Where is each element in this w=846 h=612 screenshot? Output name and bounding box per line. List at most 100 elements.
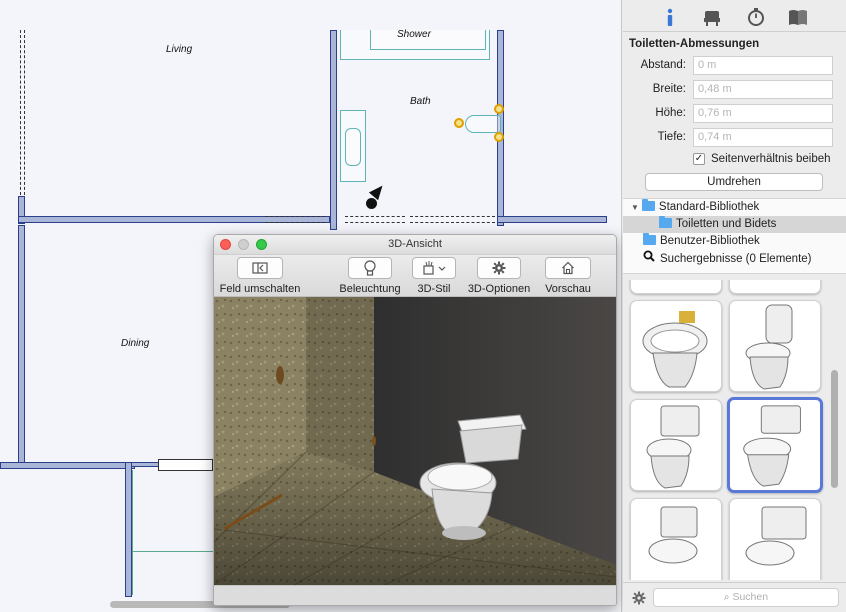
search-icon: ⌕ bbox=[723, 592, 730, 603]
selection-handle[interactable] bbox=[494, 104, 504, 114]
tree-item-label: Standard-Bibliothek bbox=[658, 201, 760, 213]
selection-handle[interactable] bbox=[494, 132, 504, 142]
3d-scene bbox=[214, 297, 616, 585]
tree-item-label: Toiletten und Bidets bbox=[676, 218, 777, 230]
room-label-living[interactable]: Living bbox=[166, 44, 192, 55]
toilet-thumbnail bbox=[646, 405, 700, 489]
aspect-ratio-checkbox[interactable]: ✓ bbox=[693, 153, 705, 165]
furniture-icon[interactable] bbox=[701, 6, 723, 28]
3d-options-label: 3D-Optionen bbox=[467, 283, 531, 295]
3d-view-window[interactable]: 3D-Ansicht Feld umschalten Beleuchtung 3… bbox=[213, 234, 617, 606]
toilet-thumbnail bbox=[745, 506, 807, 566]
plan-dashed-line bbox=[410, 222, 495, 223]
library-tree: ▼ Standard-Bibliothek Toiletten und Bidet… bbox=[623, 198, 846, 274]
plan-dashed-line bbox=[265, 216, 325, 217]
plan-dashed-line bbox=[345, 222, 405, 223]
3d-style-button[interactable]: 3D-Stil bbox=[409, 257, 459, 295]
tree-item-standard-library[interactable]: ▼ Standard-Bibliothek bbox=[623, 199, 846, 216]
minimize-window-button[interactable] bbox=[238, 239, 249, 250]
lighting-button[interactable]: Beleuchtung bbox=[335, 257, 405, 295]
sidebar-tabs bbox=[623, 0, 846, 32]
object-card-toilet[interactable] bbox=[630, 498, 722, 580]
bidet-thumbnail bbox=[642, 311, 708, 388]
object-card-toilet[interactable] bbox=[729, 300, 821, 392]
height-field[interactable]: 0,76 m bbox=[693, 104, 833, 123]
width-row: Breite: 0,48 m bbox=[623, 78, 846, 102]
tree-item-label: Benutzer-Bibliothek bbox=[660, 235, 760, 247]
book-icon[interactable] bbox=[787, 6, 809, 28]
3d-render-viewport[interactable] bbox=[214, 297, 616, 585]
distance-row: Abstand: 0 m bbox=[623, 54, 846, 78]
inspector-sidebar: Toiletten-Abmessungen Abstand: 0 m Breit… bbox=[623, 0, 846, 612]
room-label-shower[interactable]: Shower bbox=[397, 29, 431, 40]
preview-button[interactable]: Vorschau bbox=[540, 257, 596, 295]
window-titlebar[interactable]: 3D-Ansicht bbox=[214, 235, 616, 255]
zoom-window-button[interactable] bbox=[256, 239, 267, 250]
selection-handle[interactable] bbox=[454, 118, 464, 128]
brush-cup-icon bbox=[423, 261, 446, 275]
3d-toolbar: Feld umschalten Beleuchtung 3D-Stil 3D-O… bbox=[214, 255, 616, 297]
plan-dashed-line bbox=[24, 30, 25, 200]
toilet-thumbnail bbox=[648, 506, 698, 564]
3d-window-statusbar bbox=[214, 585, 616, 605]
lighting-label: Beleuchtung bbox=[339, 283, 401, 295]
toilet-thumbnail bbox=[745, 304, 793, 390]
plan-dashed-line bbox=[345, 216, 405, 217]
close-window-button[interactable] bbox=[220, 239, 231, 250]
gear-icon[interactable] bbox=[632, 591, 646, 608]
object-card[interactable] bbox=[630, 280, 722, 294]
plan-dashed-line bbox=[20, 30, 21, 200]
tree-item-search-results[interactable]: Suchergebnisse (0 Elemente) bbox=[623, 250, 846, 267]
distance-field[interactable]: 0 m bbox=[693, 56, 833, 75]
height-row: Höhe: 0,76 m bbox=[623, 102, 846, 126]
plan-dashed-line bbox=[265, 222, 325, 223]
stopwatch-icon[interactable] bbox=[745, 6, 767, 28]
plan-dashed-line bbox=[410, 216, 495, 217]
flip-button[interactable]: Umdrehen bbox=[645, 173, 823, 191]
object-card[interactable] bbox=[729, 280, 821, 294]
width-field[interactable]: 0,48 m bbox=[693, 80, 833, 99]
window-title: 3D-Ansicht bbox=[388, 238, 442, 250]
tree-item-toilets-bidets[interactable]: Toiletten und Bidets bbox=[623, 216, 846, 233]
object-card-bidet[interactable] bbox=[630, 300, 722, 392]
toilet-plan-symbol[interactable] bbox=[465, 115, 501, 133]
toggle-field-label: Feld umschalten bbox=[219, 283, 301, 295]
aspect-ratio-label: Seitenverhältnis beibeh bbox=[711, 153, 831, 165]
distance-label: Abstand: bbox=[640, 59, 686, 71]
home-icon bbox=[562, 261, 574, 275]
room-label-dining[interactable]: Dining bbox=[121, 338, 149, 349]
object-card-toilet[interactable] bbox=[630, 399, 722, 491]
toilet-thumbnail bbox=[743, 405, 801, 487]
plan-wall[interactable] bbox=[0, 462, 135, 469]
folder-icon bbox=[641, 199, 655, 211]
section-title: Toiletten-Abmessungen bbox=[629, 38, 760, 50]
plan-wall[interactable] bbox=[330, 30, 337, 230]
3d-options-button[interactable]: 3D-Optionen bbox=[464, 257, 534, 295]
width-label: Breite: bbox=[652, 83, 686, 95]
info-icon[interactable] bbox=[659, 6, 681, 28]
gear-icon bbox=[492, 261, 506, 275]
aspect-ratio-row: ✓ Seitenverhältnis beibeh bbox=[623, 150, 846, 170]
preview-label: Vorschau bbox=[545, 283, 591, 295]
depth-row: Tiefe: 0,74 m bbox=[623, 126, 846, 150]
depth-field[interactable]: 0,74 m bbox=[693, 128, 833, 147]
disclosure-triangle-icon[interactable]: ▼ bbox=[631, 203, 639, 212]
object-card-toilet[interactable] bbox=[729, 498, 821, 580]
search-placeholder: Suchen bbox=[732, 591, 769, 603]
plan-wall[interactable] bbox=[497, 216, 607, 223]
toggle-field-button[interactable]: Feld umschalten bbox=[217, 257, 303, 295]
plan-wall[interactable] bbox=[18, 225, 25, 465]
sidebar-bottom-bar: ⌕ Suchen bbox=[623, 582, 846, 612]
object-grid-scrollbar[interactable] bbox=[831, 370, 838, 488]
object-card-toilet-selected[interactable] bbox=[727, 397, 823, 493]
observer-position-icon[interactable] bbox=[366, 198, 377, 209]
bathtub-inner bbox=[345, 128, 361, 166]
height-label: Höhe: bbox=[655, 107, 686, 119]
plan-room-outline bbox=[133, 470, 213, 552]
flip-row: Umdrehen bbox=[623, 170, 846, 196]
tree-item-user-library[interactable]: Benutzer-Bibliothek bbox=[623, 233, 846, 250]
room-label-bath[interactable]: Bath bbox=[410, 96, 431, 107]
library-search-input[interactable]: ⌕ Suchen bbox=[653, 588, 839, 607]
plan-wall[interactable] bbox=[125, 462, 132, 597]
tree-item-label: Suchergebnisse (0 Elemente) bbox=[660, 253, 812, 265]
